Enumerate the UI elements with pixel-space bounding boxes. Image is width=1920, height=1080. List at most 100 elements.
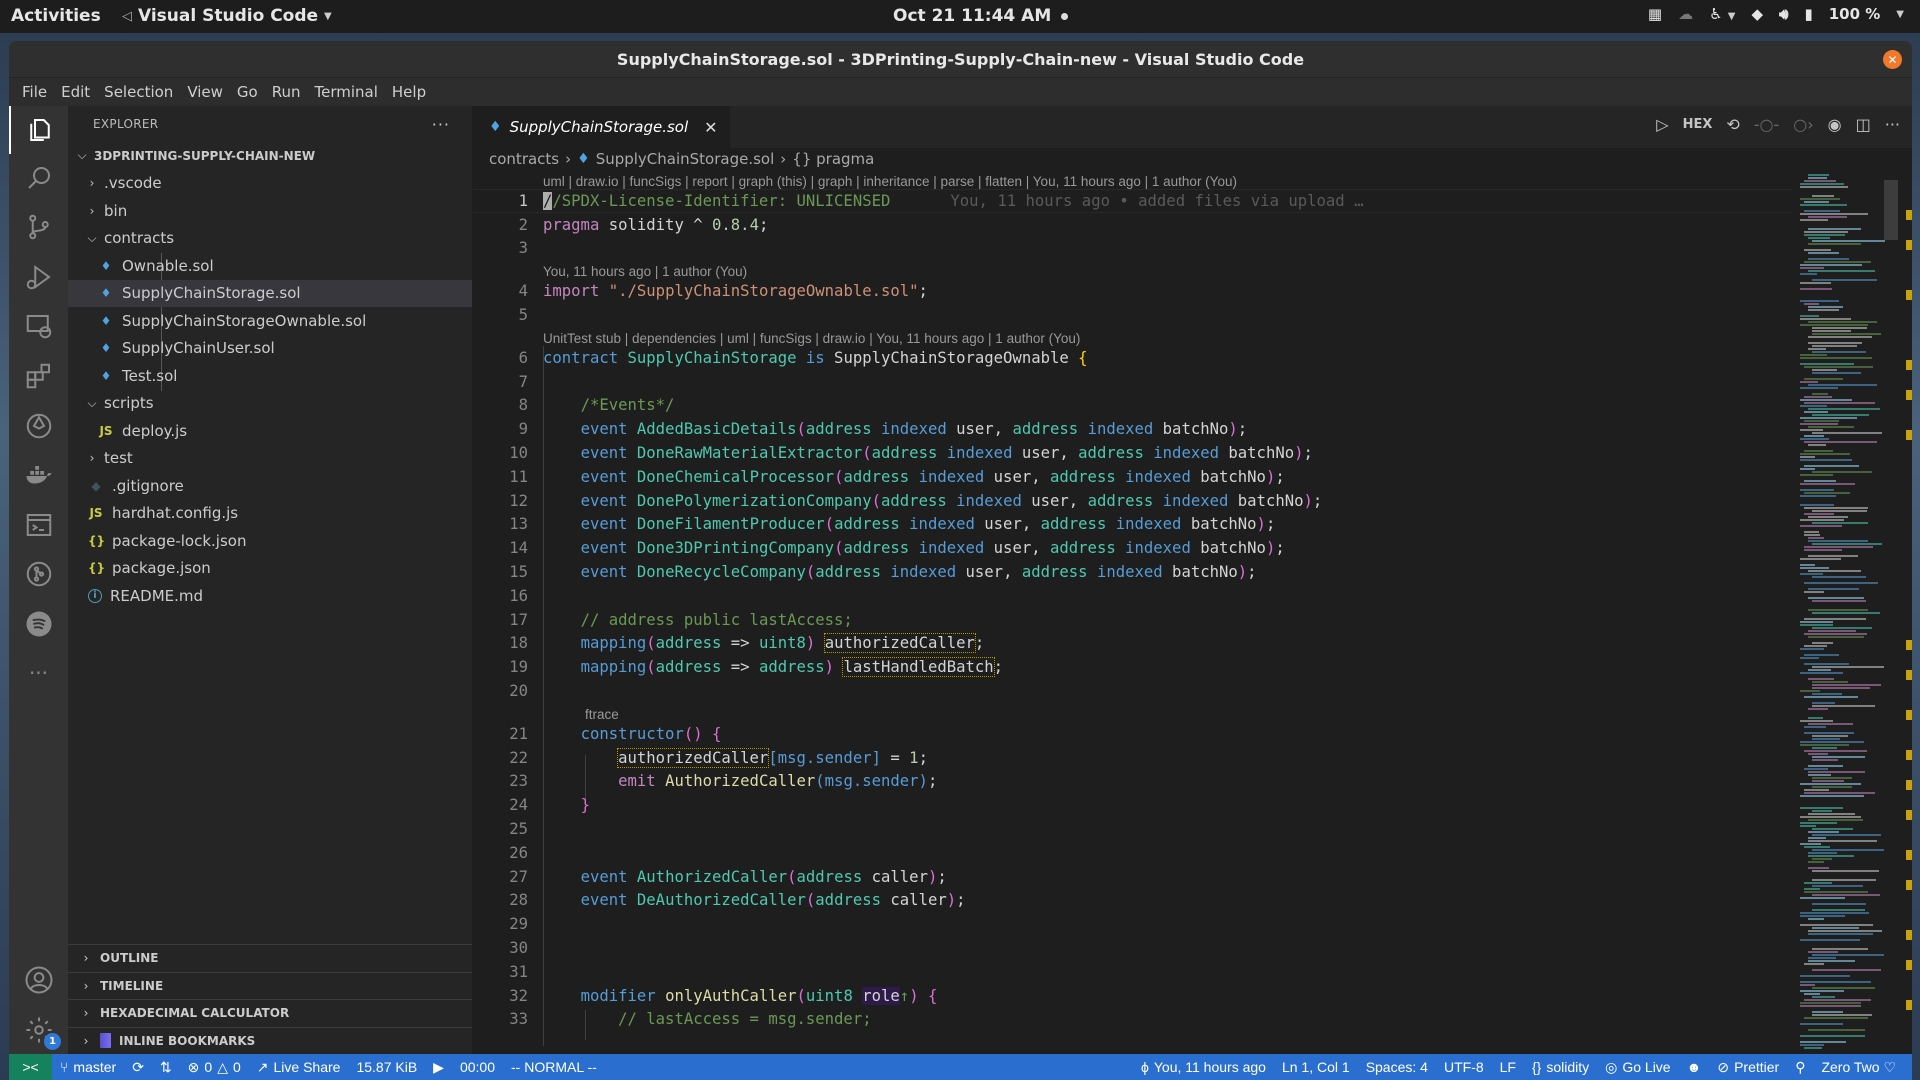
- remote-explorer-icon[interactable]: [9, 302, 68, 350]
- menu-view[interactable]: View: [180, 83, 230, 101]
- go-live-button[interactable]: ◎ Go Live: [1597, 1059, 1678, 1076]
- go-forward-icon[interactable]: ○›: [1793, 115, 1813, 134]
- panel-hex-calculator[interactable]: › HEXADECIMAL CALCULATOR: [68, 999, 472, 1027]
- copilot-icon[interactable]: ☻: [1679, 1059, 1710, 1075]
- volume-icon[interactable]: 🔊︎: [1779, 5, 1788, 23]
- menu-terminal[interactable]: Terminal: [308, 83, 385, 101]
- split-editor-icon[interactable]: ◫: [1856, 115, 1871, 134]
- panel-outline[interactable]: › OUTLINE: [68, 944, 472, 972]
- minimap-line: [1800, 741, 1864, 743]
- workspace-root[interactable]: ⌵ 3DPRINTING-SUPPLY-CHAIN-NEW: [68, 142, 472, 170]
- terminal-icon[interactable]: [9, 501, 68, 549]
- more-icon[interactable]: ···: [9, 649, 68, 697]
- tree-item-package-json[interactable]: {} package.json: [68, 555, 472, 583]
- menu-run[interactable]: Run: [265, 83, 308, 101]
- codelens[interactable]: uml | draw.io | funcSigs | report | grap…: [473, 170, 1792, 189]
- battery-icon[interactable]: ▮: [1804, 5, 1812, 23]
- tree-item-test[interactable]: › test: [68, 445, 472, 473]
- tab-supplychainstorage[interactable]: ♦ SupplyChainStorage.sol ✕: [473, 106, 731, 148]
- system-tray[interactable]: ▦ ☁ ♿ ▼ ◆ 🔊︎ ▮ 100 % ▼: [1648, 5, 1904, 23]
- run-icon[interactable]: ▷: [1656, 115, 1668, 134]
- git-blame-indicator[interactable]: ϕ You, 11 hours ago: [1133, 1059, 1274, 1075]
- layout-icon[interactable]: ▦: [1648, 5, 1662, 23]
- tree-item-supplychainstorageownable-sol[interactable]: ♦ SupplyChainStorageOwnable.sol: [68, 307, 472, 335]
- go-back-icon[interactable]: ⟲: [1726, 115, 1739, 134]
- tree-item-bin[interactable]: › bin: [68, 197, 472, 225]
- settings-icon[interactable]: 1: [9, 1006, 68, 1054]
- breadcrumb-symbol[interactable]: {} pragma: [792, 150, 874, 168]
- tree-item-contracts[interactable]: ⌵ contracts: [68, 225, 472, 253]
- menu-help[interactable]: Help: [385, 83, 433, 101]
- tree-item-readme[interactable]: i README.md: [68, 582, 472, 610]
- minimap-line: [1808, 243, 1861, 245]
- minimap-line: [1800, 624, 1833, 626]
- play-icon[interactable]: ▶: [425, 1059, 452, 1076]
- codelens[interactable]: ftrace: [473, 703, 1792, 722]
- spotify-icon[interactable]: [9, 600, 68, 648]
- code-editor[interactable]: uml | draw.io | funcSigs | report | grap…: [473, 170, 1792, 1054]
- git-lens-icon[interactable]: ◉: [1828, 115, 1842, 134]
- tree-item-supplychainuser-sol[interactable]: ♦ SupplyChainUser.sol: [68, 335, 472, 363]
- feedback-icon[interactable]: ⚲: [1787, 1059, 1813, 1076]
- tree-item-scripts[interactable]: ⌵ scripts: [68, 390, 472, 418]
- menu-file[interactable]: File: [15, 83, 54, 101]
- git-compare-icon[interactable]: ⇅: [152, 1059, 180, 1076]
- search-icon[interactable]: [9, 154, 68, 202]
- breadcrumb-contracts[interactable]: contracts: [489, 150, 559, 168]
- sync-icon[interactable]: ⟳: [124, 1059, 152, 1076]
- panel-label: HEXADECIMAL CALCULATOR: [100, 1006, 290, 1021]
- minimap-slider[interactable]: [1884, 180, 1898, 240]
- tree-item-ownable-sol[interactable]: ♦ Ownable.sol: [68, 252, 472, 280]
- indentation[interactable]: Spaces: 4: [1358, 1059, 1436, 1075]
- account-icon[interactable]: [9, 956, 68, 1004]
- remote-indicator-icon[interactable]: ><: [9, 1054, 52, 1080]
- wifi-icon[interactable]: ◆: [1751, 5, 1763, 23]
- menu-go[interactable]: Go: [230, 83, 265, 101]
- source-control-icon[interactable]: [9, 203, 68, 251]
- info-file-icon: i: [88, 588, 102, 603]
- more-actions-icon[interactable]: ···: [432, 115, 450, 134]
- live-share-button[interactable]: ↗ Live Share: [249, 1059, 349, 1076]
- close-window-button[interactable]: ✕: [1883, 50, 1902, 69]
- docker-icon[interactable]: [9, 452, 68, 500]
- codelens[interactable]: UnitTest stub | dependencies | uml | fun…: [473, 327, 1792, 346]
- git-graph-icon[interactable]: [9, 550, 68, 598]
- branch-indicator[interactable]: ⑂ master: [52, 1059, 124, 1075]
- ethereum-icon[interactable]: [9, 402, 68, 450]
- accessibility-icon[interactable]: ♿ ▼: [1709, 5, 1735, 23]
- activities-button[interactable]: Activities: [11, 6, 101, 26]
- tree-item-supplychainstorage-sol[interactable]: ♦ SupplyChainStorage.sol: [68, 279, 472, 307]
- end-of-line[interactable]: LF: [1492, 1059, 1524, 1075]
- tree-item-gitignore[interactable]: ◆ .gitignore: [68, 472, 472, 500]
- problems-indicator[interactable]: ⊗ 0 △ 0: [180, 1059, 249, 1076]
- hex-button[interactable]: HEX: [1683, 117, 1713, 132]
- commit-icon[interactable]: -○-: [1754, 115, 1780, 134]
- menu-edit[interactable]: Edit: [54, 83, 97, 101]
- minimap-line: [1808, 630, 1856, 632]
- theme-label[interactable]: Zero Two ♡: [1813, 1059, 1904, 1076]
- minimap[interactable]: [1792, 170, 1898, 1054]
- cursor-position[interactable]: Ln 1, Col 1: [1274, 1059, 1358, 1075]
- tree-item-deploy-js[interactable]: JS deploy.js: [68, 417, 472, 445]
- app-menu[interactable]: ◁ Visual Studio Code ▼: [122, 6, 332, 26]
- tree-item-vscode[interactable]: › .vscode: [68, 170, 472, 198]
- more-actions-icon[interactable]: ···: [1885, 115, 1900, 134]
- tree-item-package-lock[interactable]: {} package-lock.json: [68, 527, 472, 555]
- breadcrumb-file[interactable]: SupplyChainStorage.sol: [596, 150, 775, 168]
- encoding[interactable]: UTF-8: [1436, 1059, 1492, 1075]
- prettier-button[interactable]: ⊘ Prettier: [1709, 1059, 1787, 1076]
- scrollbar[interactable]: [1906, 170, 1912, 1054]
- explorer-icon[interactable]: [9, 106, 68, 154]
- cloud-icon[interactable]: ☁: [1678, 5, 1693, 23]
- language-mode[interactable]: {} solidity: [1524, 1059, 1597, 1075]
- clock[interactable]: Oct 21 11:44 AM: [893, 6, 1069, 26]
- tree-item-hardhat-config[interactable]: JS hardhat.config.js: [68, 500, 472, 528]
- menu-selection[interactable]: Selection: [97, 83, 180, 101]
- tree-item-test-sol[interactable]: ♦ Test.sol: [68, 362, 472, 390]
- panel-timeline[interactable]: › TIMELINE: [68, 971, 472, 1000]
- codelens[interactable]: You, 11 hours ago | 1 author (You): [473, 260, 1792, 279]
- close-tab-icon[interactable]: ✕: [704, 118, 717, 137]
- run-debug-icon[interactable]: [9, 253, 68, 301]
- panel-inline-bookmarks[interactable]: › INLINE BOOKMARKS: [68, 1026, 472, 1055]
- extensions-icon[interactable]: [9, 352, 68, 400]
